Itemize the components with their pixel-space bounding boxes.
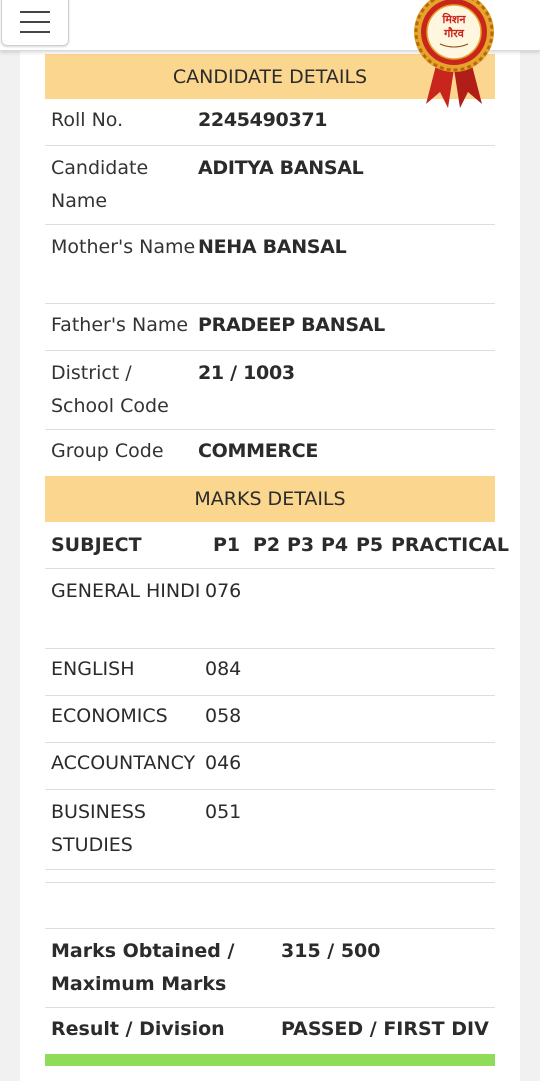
subject-business-studies: BUSINESS STUDIES [51,801,146,856]
col-p1: P1 [213,534,241,556]
p1-economics: 058 [205,705,242,727]
district-school-value: 21 / 1003 [198,362,295,384]
candidate-name-row: Candidate Name ADITYA BANSAL [45,146,495,225]
badge-line2: गौरव [443,26,465,40]
result-division-label: Result / Division [51,1018,225,1040]
marks-details-header: MARKS DETAILS [45,476,495,522]
subject-general-hindi: GENERAL HINDI [51,580,201,602]
subject-accountancy: ACCOUNTANCY [51,752,196,774]
hamburger-menu-icon[interactable] [1,0,69,46]
mission-gaurav-badge-icon: मिशन गौरव [414,0,494,108]
p1-accountancy: 046 [205,752,242,774]
candidate-name-label: Candidate Name [51,157,149,212]
candidate-name-value: ADITYA BANSAL [198,157,364,179]
candidate-details-title: CANDIDATE DETAILS [172,65,368,88]
mother-name-row: Mother's Name NEHA BANSAL [45,225,495,304]
table-row: ECONOMICS 058 [45,696,495,743]
marks-details-title: MARKS DETAILS [194,488,346,510]
marks-obtained-value: 315 / 500 [281,940,381,962]
table-row: ENGLISH 084 [45,649,495,696]
district-school-row: District / School Code 21 / 1003 [45,351,495,430]
result-division-row: Result / Division PASSED / FIRST DIV [45,1008,495,1054]
district-school-label: District / School Code [51,362,169,417]
result-division-value: PASSED / FIRST DIV [281,1018,489,1040]
group-code-value: COMMERCE [198,440,319,462]
table-row: ACCOUNTANCY 046 [45,743,495,790]
table-spacer [45,883,495,929]
mother-name-value: NEHA BANSAL [198,236,347,258]
subject-english: ENGLISH [51,658,135,680]
result-card: CANDIDATE DETAILS Roll No. 2245490371 Ca… [20,51,520,1081]
table-row: GENERAL HINDI 076 [45,569,495,649]
marks-obtained-row: Marks Obtained / Maximum Marks 315 / 500 [45,929,495,1008]
p1-general-hindi: 076 [205,580,242,602]
result-status-bar [45,1054,495,1066]
roll-no-label: Roll No. [51,109,124,131]
col-subject: SUBJECT [51,534,142,556]
col-practical: PRACTICAL [391,534,509,556]
col-p3: P3 [287,534,315,556]
table-spacer [45,870,495,883]
marks-table-header: SUBJECT P1 P2 P3 P4 P5 PRACTICAL [45,522,509,569]
p1-english: 084 [205,658,242,680]
subject-economics: ECONOMICS [51,705,168,727]
marks-obtained-label: Marks Obtained / Maximum Marks [51,940,235,995]
col-p2: P2 [253,534,281,556]
group-code-label: Group Code [51,440,164,462]
father-name-label: Father's Name [51,314,189,336]
table-row: BUSINESS STUDIES 051 [45,790,495,870]
father-name-row: Father's Name PRADEEP BANSAL [45,304,495,351]
father-name-value: PRADEEP BANSAL [198,314,385,336]
col-p4: P4 [321,534,349,556]
p1-business-studies: 051 [205,801,242,823]
group-code-row: Group Code COMMERCE [45,430,495,476]
mother-name-label: Mother's Name [51,236,196,258]
badge-line1: मिशन [441,12,466,26]
col-p5: P5 [356,534,384,556]
